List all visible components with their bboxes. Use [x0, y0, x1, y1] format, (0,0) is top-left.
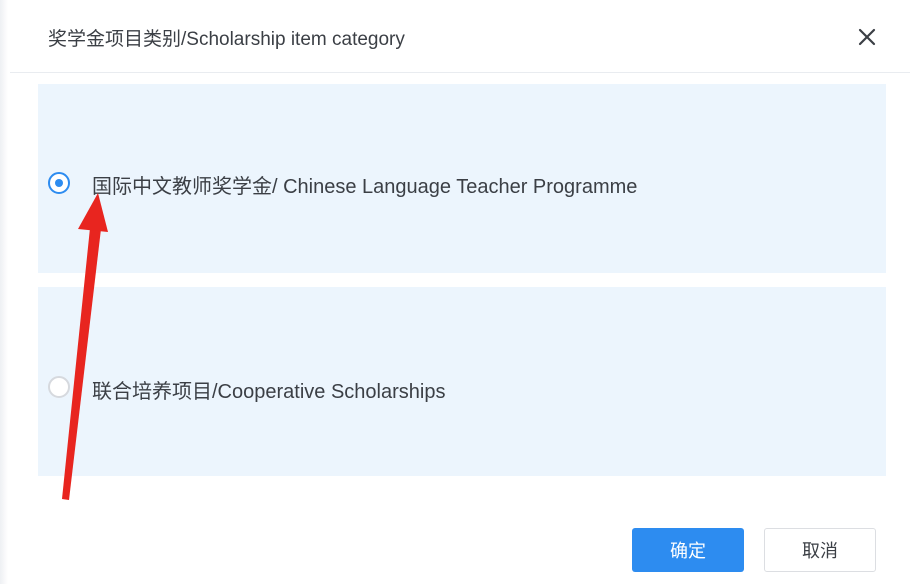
dialog-header: 奖学金项目类别/Scholarship item category — [10, 0, 910, 73]
option-label: 联合培养项目/Cooperative Scholarships — [92, 381, 446, 403]
dialog-title: 奖学金项目类别/Scholarship item category — [48, 29, 405, 50]
close-icon[interactable] — [854, 24, 880, 50]
background-edge — [0, 0, 8, 584]
option-label: 国际中文教师奖学金/ Chinese Language Teacher Prog… — [92, 176, 638, 198]
option-cooperative-scholarships[interactable]: 联合培养项目/Cooperative Scholarships — [38, 287, 886, 476]
page: 奖学金项目类别/Scholarship item category 国际中文教师… — [0, 0, 910, 584]
cancel-button[interactable]: 取消 — [764, 528, 876, 572]
radio-selected-icon[interactable] — [48, 172, 70, 194]
scholarship-category-dialog: 奖学金项目类别/Scholarship item category 国际中文教师… — [10, 0, 910, 584]
option-chinese-language-teacher[interactable]: 国际中文教师奖学金/ Chinese Language Teacher Prog… — [38, 84, 886, 273]
confirm-button[interactable]: 确定 — [632, 528, 744, 572]
radio-unselected-icon[interactable] — [48, 376, 70, 398]
